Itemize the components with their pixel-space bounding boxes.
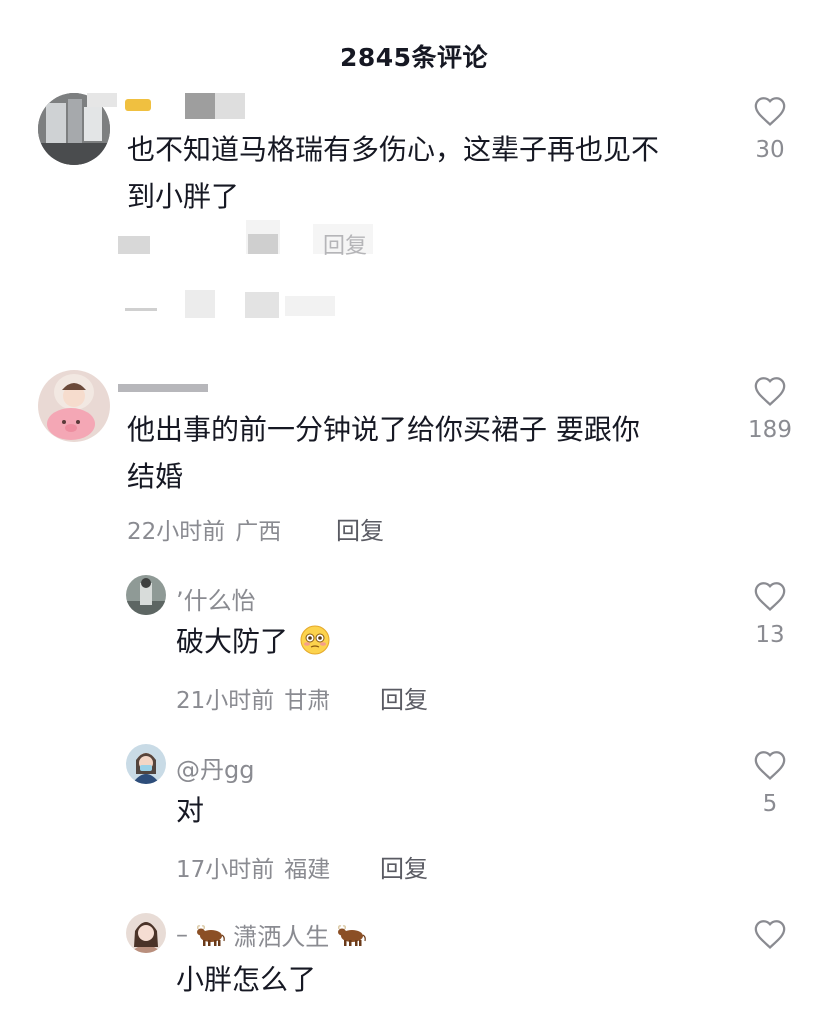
like-count: 30 [755, 137, 785, 163]
avatar[interactable] [38, 370, 110, 442]
ox-emoji-icon [196, 924, 225, 946]
like-button[interactable]: 13 [740, 580, 800, 648]
reply-text: 对 [176, 794, 205, 827]
heart-icon [754, 920, 786, 950]
like-button[interactable]: 30 [740, 95, 800, 163]
reply-time: 21小时前 [176, 688, 275, 714]
ox-emoji-icon [337, 924, 366, 946]
reply-text: 破大防了 [176, 618, 331, 665]
expand-replies-redacted[interactable] [125, 290, 365, 320]
comment-text: 他出事的前一分钟说了给你买裙子 要跟你 结婚 [127, 406, 717, 500]
comment-location: 广西 [235, 519, 282, 545]
heart-icon [754, 377, 786, 407]
reply-author-name[interactable]: ’什么怡 [176, 581, 256, 616]
nickname-redacted [85, 93, 245, 119]
reply-button[interactable]: 回复 [336, 511, 384, 546]
comment-meta: 22小时前 广西 [127, 512, 281, 546]
avatar[interactable] [126, 744, 166, 784]
like-count: 13 [755, 622, 785, 648]
reply-button[interactable]: 回复 [323, 228, 367, 260]
comment-text-line: 他出事的前一分钟说了给你买裙子 要跟你 [127, 413, 640, 446]
like-button[interactable]: 189 [740, 375, 800, 443]
comment-text-line: 结婚 [127, 460, 184, 493]
reply-text: 小胖怎么了 [176, 963, 317, 996]
nickname-redacted [118, 380, 238, 394]
reply-button[interactable]: 回复 [380, 849, 428, 884]
reply-button[interactable]: 回复 [380, 680, 428, 715]
avatar[interactable] [126, 575, 166, 615]
avatar[interactable] [126, 913, 166, 953]
reply-location: 甘肃 [284, 688, 331, 714]
reply-location: 福建 [284, 857, 331, 883]
flushed-emoji-icon [300, 625, 330, 655]
comment-text: 也不知道马格瑞有多伤心，这辈子再也见不 到小胖了 [127, 126, 717, 220]
reply-author-name[interactable]: – 潇洒人生 [176, 917, 367, 952]
reply-meta: 21小时前 甘肃 [176, 681, 330, 715]
like-count: 5 [762, 791, 778, 817]
heart-icon [754, 97, 786, 127]
reply-author-name[interactable]: @丹gg [176, 750, 254, 785]
like-count: 189 [748, 417, 792, 443]
comment-text-line: 也不知道马格瑞有多伤心，这辈子再也见不 [127, 133, 660, 166]
comment-time: 22小时前 [127, 519, 226, 545]
like-button[interactable]: 5 [740, 749, 800, 817]
heart-icon [754, 582, 786, 612]
comment-text-line: 到小胖了 [127, 180, 240, 213]
comment-count-title: 2845条评论 [339, 43, 489, 72]
heart-icon [754, 751, 786, 781]
reply-time: 17小时前 [176, 857, 275, 883]
reply-meta: 17小时前 福建 [176, 850, 330, 884]
like-button[interactable] [740, 918, 800, 950]
meta-redacted: 回复 [118, 220, 388, 259]
